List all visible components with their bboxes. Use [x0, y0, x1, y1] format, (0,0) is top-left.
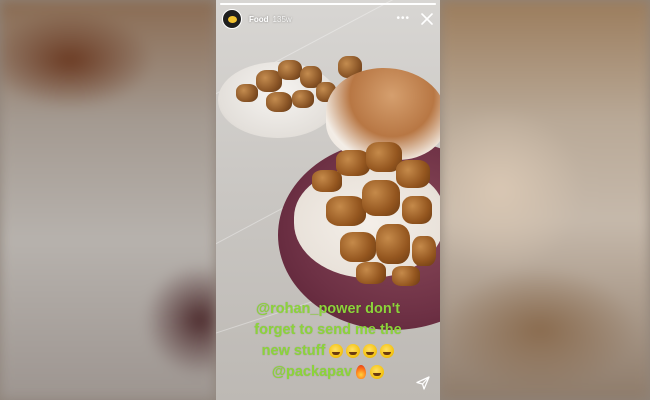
crumble-piece: [356, 262, 386, 284]
crumble-piece: [396, 160, 430, 188]
caption-line-3: new stuff: [220, 341, 436, 362]
caption-line-2: forget to send me the: [254, 322, 402, 338]
story-progress-fill: [220, 3, 436, 5]
snack-piece: [236, 84, 258, 102]
laughing-emoji-icon: [380, 344, 395, 359]
story-progress-bar: [220, 3, 436, 5]
laughing-emoji-icon: [346, 344, 361, 359]
crumble-piece: [412, 236, 436, 266]
caption-mention[interactable]: @packapav: [272, 364, 352, 380]
tongue-face-emoji-icon: [370, 365, 385, 380]
fire-emoji-icon: [356, 365, 367, 380]
story-header: Food 135w •••: [222, 8, 434, 30]
snack-piece: [266, 92, 292, 112]
crumble-piece: [376, 224, 410, 264]
laughing-emoji-icon: [363, 344, 378, 359]
avatar-logo-icon: [227, 15, 237, 23]
snack-piece: [292, 90, 314, 108]
crumble-piece: [392, 266, 420, 286]
snack-piece: [278, 60, 302, 80]
crumble-piece: [326, 196, 366, 226]
crumble-piece: [336, 150, 370, 176]
caption-line-1: @rohan_power don't: [255, 301, 401, 317]
laughing-emoji-icon: [329, 344, 344, 359]
crumble-piece: [340, 232, 376, 262]
blurred-backdrop-left: [0, 0, 216, 400]
send-icon[interactable]: [416, 376, 430, 390]
caption-line-4: @packapav: [220, 362, 436, 383]
crumble-piece: [312, 170, 342, 192]
story-caption: @rohan_power don't forget to send me the…: [220, 299, 436, 383]
account-avatar[interactable]: [222, 9, 242, 29]
close-icon[interactable]: [420, 12, 434, 26]
post-time: 135w: [272, 14, 292, 24]
account-name[interactable]: Food: [249, 15, 269, 24]
caption-line-3-text: new stuff: [261, 343, 326, 359]
laughing-emoji-row: [329, 344, 395, 359]
more-options-button[interactable]: •••: [396, 14, 410, 24]
crumble-piece: [362, 180, 400, 216]
crumble-piece: [402, 196, 432, 224]
blurred-backdrop-right: [440, 0, 650, 400]
story-viewer[interactable]: Food 135w ••• @rohan_power don't forget …: [216, 0, 440, 400]
